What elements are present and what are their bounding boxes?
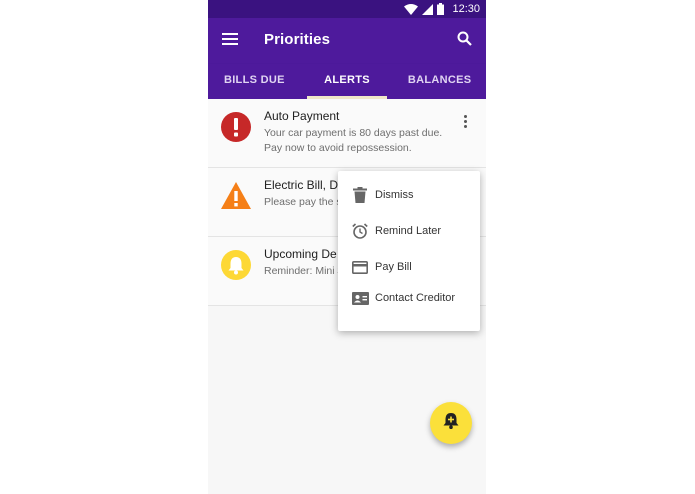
menu-item-label: Pay Bill xyxy=(375,261,412,273)
status-time: 12:30 xyxy=(452,3,480,15)
more-options-button[interactable] xyxy=(458,111,472,131)
menu-item-dismiss[interactable]: Dismiss xyxy=(338,182,480,208)
more-vert-icon-dot xyxy=(463,119,467,123)
status-icons: 12:30 xyxy=(404,0,480,18)
alert-body: Your car payment is 80 days past due. Pa… xyxy=(264,127,443,154)
battery-icon xyxy=(437,3,445,15)
menu-item-label: Dismiss xyxy=(375,189,414,201)
bell-icon xyxy=(220,249,252,281)
tab-bills-due[interactable]: BILLS DUE xyxy=(208,64,301,99)
menu-button[interactable] xyxy=(218,29,242,53)
context-menu: Dismiss Remind Later Pay Bill Contact Cr… xyxy=(338,171,480,331)
menu-item-pay-bill[interactable]: Pay Bill xyxy=(338,254,480,280)
add-alert-icon xyxy=(443,412,459,434)
tab-alerts[interactable]: ALERTS xyxy=(301,64,394,99)
more-vert-icon-dot xyxy=(463,114,467,118)
wifi-icon xyxy=(404,3,419,15)
alert-title: Auto Payment xyxy=(264,109,340,123)
alert-item-auto-payment[interactable]: Auto Payment Your car payment is 80 days… xyxy=(208,99,486,168)
page-title: Priorities xyxy=(264,31,331,48)
hamburger-menu-icon xyxy=(222,32,238,50)
menu-item-label: Contact Creditor xyxy=(375,292,456,304)
warning-icon xyxy=(220,180,252,212)
alarm-icon xyxy=(351,222,369,240)
trash-icon xyxy=(351,186,369,204)
tab-bar: BILLS DUE ALERTS BALANCES xyxy=(208,64,486,99)
app-bar: Priorities xyxy=(208,18,486,64)
more-vert-icon-dot xyxy=(463,124,467,128)
add-alert-fab[interactable] xyxy=(430,402,472,444)
signal-icon xyxy=(422,3,434,15)
search-icon xyxy=(457,31,472,51)
credit-card-icon xyxy=(351,258,369,276)
status-bar: 12:30 xyxy=(208,0,486,18)
menu-item-contact-creditor[interactable]: Contact Creditor xyxy=(338,285,480,311)
alert-title: Electric Bill, D xyxy=(264,178,339,192)
error-icon xyxy=(220,111,252,143)
menu-item-label: Remind Later xyxy=(375,225,442,237)
contact-card-icon xyxy=(351,289,369,307)
menu-item-remind-later[interactable]: Remind Later xyxy=(338,218,480,244)
phone-screen: 12:30 Priorities BILLS DUE ALERTS BALANC… xyxy=(208,0,486,494)
tab-balances[interactable]: BALANCES xyxy=(393,64,486,99)
alert-title: Upcoming De xyxy=(264,247,337,261)
search-button[interactable] xyxy=(452,29,476,53)
